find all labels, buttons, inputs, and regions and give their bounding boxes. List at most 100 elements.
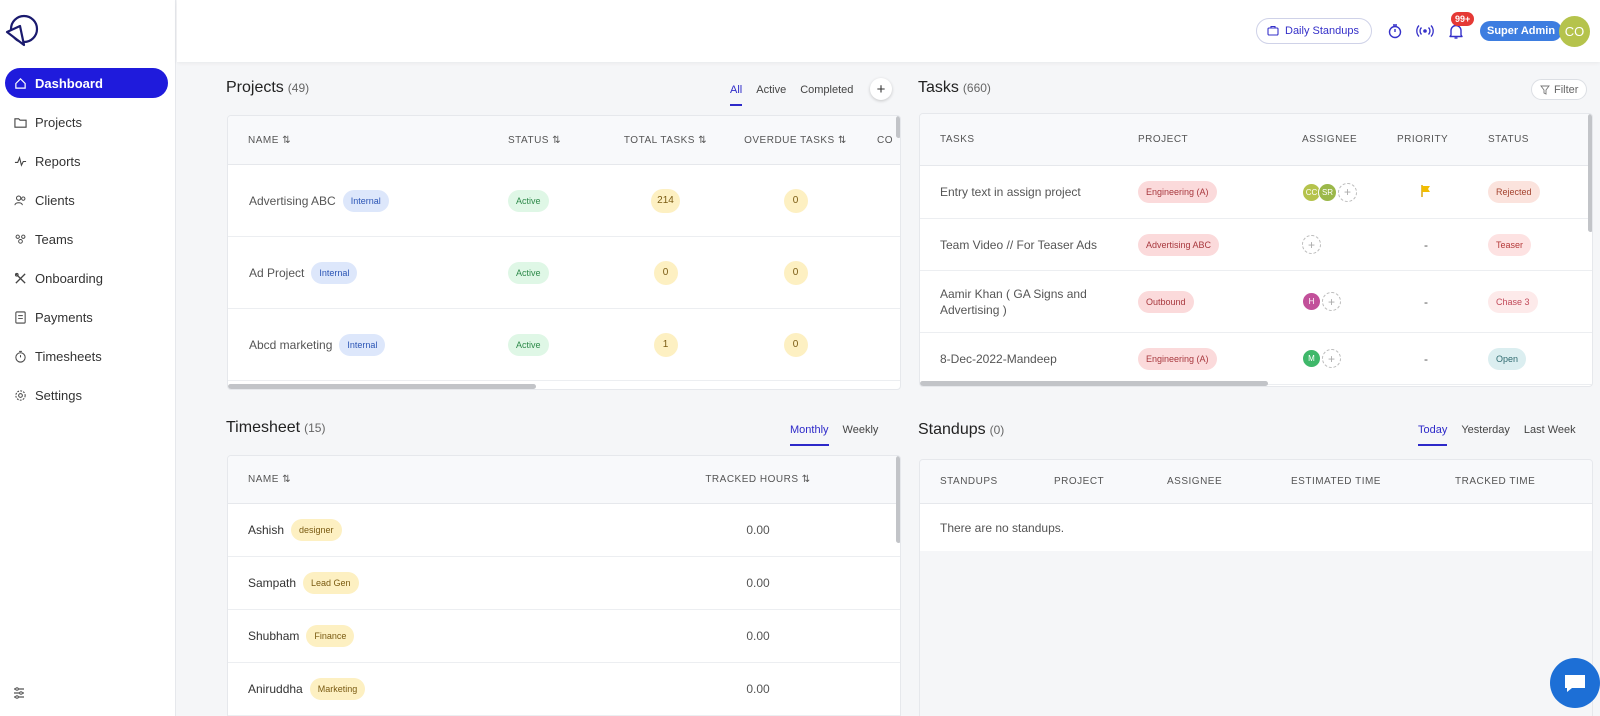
sidebar-item-timesheets[interactable]: Timesheets xyxy=(5,341,168,371)
app-logo-icon[interactable] xyxy=(4,12,40,48)
stopwatch-icon xyxy=(13,349,27,363)
tab-yesterday[interactable]: Yesterday xyxy=(1461,424,1510,446)
tab-today[interactable]: Today xyxy=(1418,424,1448,446)
sidebar-item-dashboard[interactable]: Dashboard xyxy=(5,68,168,98)
task-name[interactable]: Entry text in assign project xyxy=(920,185,1138,199)
add-assignee-icon[interactable]: + xyxy=(1322,349,1341,368)
status-badge: Chase 3 xyxy=(1488,290,1538,313)
table-row[interactable]: Aniruddha Marketing 0.00 xyxy=(228,663,900,716)
col-estimated-time: ESTIMATED TIME xyxy=(1291,476,1381,487)
tracked-hours: 0.00 xyxy=(746,576,770,590)
assignee-avatar[interactable]: SR xyxy=(1318,182,1337,202)
member-name[interactable]: Sampath xyxy=(248,576,296,590)
timer-icon[interactable] xyxy=(1385,21,1405,41)
add-assignee-icon[interactable]: + xyxy=(1302,235,1321,254)
col-name[interactable]: NAME ⇅ xyxy=(228,474,668,485)
broadcast-icon[interactable] xyxy=(1415,21,1435,41)
project-name[interactable]: Ad Project xyxy=(249,266,304,280)
tab-monthly[interactable]: Monthly xyxy=(790,424,829,446)
timesheet-vscrollbar[interactable] xyxy=(896,456,900,543)
sidebar-item-settings[interactable]: Settings xyxy=(5,380,168,410)
filter-button[interactable]: Filter xyxy=(1531,79,1588,100)
sidebar-item-teams[interactable]: Teams xyxy=(5,224,168,254)
col-name[interactable]: NAME ⇅ xyxy=(228,135,508,146)
tab-active[interactable]: Active xyxy=(756,84,786,106)
table-row[interactable]: Sampath Lead Gen 0.00 xyxy=(228,557,900,610)
tools-icon xyxy=(13,271,27,285)
col-tracked-hours[interactable]: TRACKED HOURS ⇅ xyxy=(668,474,848,485)
project-name[interactable]: Abcd marketing xyxy=(249,338,332,352)
add-project-button[interactable]: + xyxy=(870,78,892,100)
table-row[interactable]: Ashish designer 0.00 xyxy=(228,504,900,557)
sidebar-item-projects[interactable]: Projects xyxy=(5,107,168,137)
assignee-avatar[interactable]: M xyxy=(1302,349,1321,368)
task-name[interactable]: 8-Dec-2022-Mandeep xyxy=(920,352,1138,366)
projects-hscrollbar[interactable] xyxy=(228,384,536,389)
add-assignee-icon[interactable]: + xyxy=(1338,182,1357,202)
gear-icon xyxy=(13,388,27,402)
table-row[interactable]: Shubham Finance 0.00 xyxy=(228,610,900,663)
table-row[interactable]: Entry text in assign project Engineering… xyxy=(920,166,1592,219)
user-avatar[interactable]: CO xyxy=(1559,16,1590,47)
assignee-group: + xyxy=(1302,235,1397,254)
chat-launcher-button[interactable] xyxy=(1550,658,1600,708)
col-tracked-time: TRACKED TIME xyxy=(1455,476,1536,487)
tab-all[interactable]: All xyxy=(730,84,743,106)
col-status-label: STATUS xyxy=(508,134,549,146)
projects-title-text: Projects xyxy=(226,79,284,96)
standups-table: STANDUPS PROJECT ASSIGNEE ESTIMATED TIME… xyxy=(919,459,1593,716)
timesheet-count: (15) xyxy=(304,421,326,435)
col-priority: PRIORITY xyxy=(1397,134,1449,145)
tab-weekly[interactable]: Weekly xyxy=(843,424,879,446)
projects-vscrollbar[interactable] xyxy=(896,116,900,138)
table-row[interactable]: Advertising ABC Internal Active 214 0 xyxy=(228,165,900,237)
table-row[interactable]: Aamir Khan ( GA Signs and Advertising ) … xyxy=(920,271,1592,333)
table-row[interactable]: 8-Dec-2022-Mandeep Engineering (A) M + -… xyxy=(920,333,1592,385)
project-name[interactable]: Advertising ABC xyxy=(249,194,336,208)
tasks-vscrollbar[interactable] xyxy=(1588,114,1592,232)
priority-flag-icon[interactable] xyxy=(1397,184,1488,201)
role-badge[interactable]: Super Admin xyxy=(1480,21,1563,41)
project-badge: Engineering (A) xyxy=(1138,347,1217,370)
sort-icon: ⇅ xyxy=(698,134,708,146)
tracked-hours: 0.00 xyxy=(746,629,770,643)
total-tasks: 214 xyxy=(651,188,680,213)
col-overdue-label: OVERDUE TASKS xyxy=(744,134,835,146)
table-row[interactable]: Team Video // For Teaser Ads Advertising… xyxy=(920,219,1592,271)
tab-last-week[interactable]: Last Week xyxy=(1524,424,1576,446)
col-status[interactable]: STATUS ⇅ xyxy=(508,135,603,146)
sidebar-item-label: Settings xyxy=(35,387,82,403)
member-name[interactable]: Aniruddha xyxy=(248,682,303,696)
sidebar-item-label: Payments xyxy=(35,309,93,325)
sidebar-collapse-icon[interactable] xyxy=(12,686,26,700)
col-total-tasks[interactable]: TOTAL TASKS ⇅ xyxy=(603,135,728,146)
task-name[interactable]: Team Video // For Teaser Ads xyxy=(920,238,1138,252)
assignee-avatar[interactable]: H xyxy=(1302,292,1321,311)
standups-title: Standups (0) xyxy=(918,421,1004,439)
priority-value: - xyxy=(1424,294,1428,309)
sidebar-item-label: Teams xyxy=(35,231,74,247)
table-row[interactable]: Ad Project Internal Active 0 0 xyxy=(228,237,900,309)
daily-standups-button[interactable]: Daily Standups xyxy=(1256,18,1372,44)
top-header: Daily Standups 99+ Super Admin CO xyxy=(177,0,1600,62)
member-name[interactable]: Shubham xyxy=(248,629,299,643)
task-name[interactable]: Aamir Khan ( GA Signs and Advertising ) xyxy=(920,286,1138,318)
timesheet-tabs: Monthly Weekly xyxy=(783,424,885,446)
tab-completed[interactable]: Completed xyxy=(800,84,853,106)
add-assignee-icon[interactable]: + xyxy=(1322,292,1341,311)
table-row[interactable]: Abcd marketing Internal Active 1 0 xyxy=(228,309,900,381)
sidebar-item-label: Reports xyxy=(35,153,81,169)
tasks-title-text: Tasks xyxy=(918,79,959,96)
member-name[interactable]: Ashish xyxy=(248,523,284,537)
sidebar-item-reports[interactable]: Reports xyxy=(5,146,168,176)
col-overdue-tasks[interactable]: OVERDUE TASKS ⇅ xyxy=(728,135,863,146)
sidebar-item-clients[interactable]: Clients xyxy=(5,185,168,215)
sidebar-item-payments[interactable]: Payments xyxy=(5,302,168,332)
sidebar-item-onboarding[interactable]: Onboarding xyxy=(5,263,168,293)
tasks-hscrollbar[interactable] xyxy=(920,381,1268,386)
folder-icon xyxy=(13,115,27,129)
daily-standups-label: Daily Standups xyxy=(1285,25,1359,37)
col-name-label: NAME xyxy=(248,474,279,485)
sort-icon: ⇅ xyxy=(838,134,847,146)
col-project: PROJECT xyxy=(1138,134,1189,145)
